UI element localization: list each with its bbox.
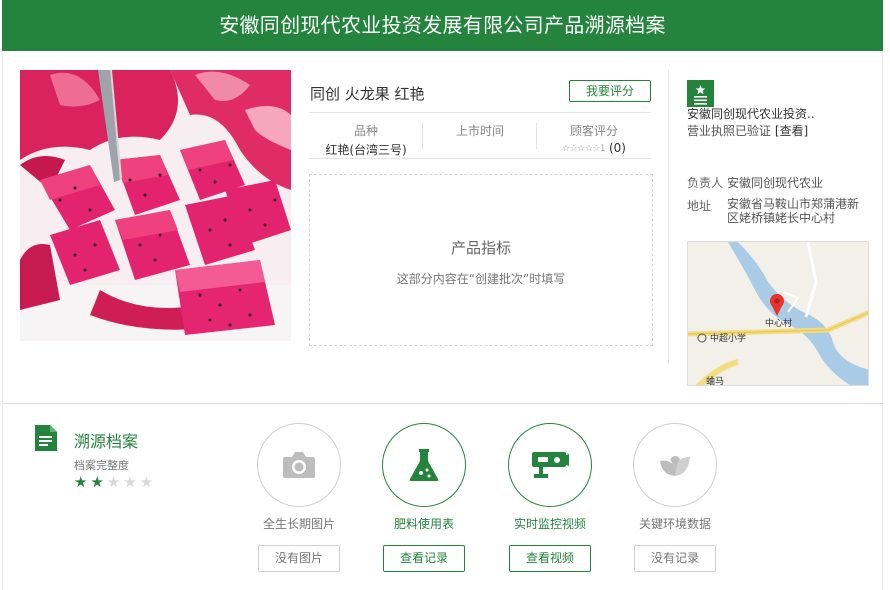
- no-photos-button[interactable]: 没有图片: [258, 545, 340, 572]
- page-header: 安徽同创现代农业投资发展有限公司产品溯源档案: [2, 0, 883, 51]
- feature-environment-data: 关键环境数据 没有记录: [615, 423, 735, 572]
- person-value: 安徽同创现代农业: [727, 176, 824, 190]
- document-icon: [33, 425, 57, 451]
- feature-surveillance: 实时监控视频 查看视频: [490, 423, 610, 572]
- spec-note: 这部分内容在“创建批次”时填写: [396, 272, 566, 286]
- completeness-stars: ★★★★★: [74, 473, 156, 491]
- map-road-label: 中超小学: [710, 332, 746, 343]
- completeness-stars-off: ★★★: [106, 473, 157, 491]
- feature-environment-data-label: 关键环境数据: [638, 517, 711, 531]
- vertical-divider: [668, 70, 669, 363]
- view-video-button[interactable]: 查看视频: [509, 545, 591, 572]
- license-status: 营业执照已验证 [查看]: [687, 122, 808, 139]
- product-name-row: 同创 火龙果 红艳 我要评分: [309, 80, 651, 113]
- address-value: 安徽省马鞍山市郑蒲港新区姥桥镇姥长中心村: [727, 197, 860, 225]
- attr-rating-label: 顾客评分: [569, 124, 618, 138]
- attr-rating-value: ☆☆☆☆☆1 (0): [537, 141, 651, 155]
- company-address-label-row: 地址: [687, 197, 727, 214]
- location-map[interactable]: 中心村 中超小学 蛐马: [687, 241, 869, 386]
- attr-variety-label: 品种: [353, 124, 378, 138]
- page-title: 安徽同创现代农业投资发展有限公司产品溯源档案: [219, 13, 666, 37]
- person-label: 负责人: [687, 176, 724, 190]
- rating-stars[interactable]: ☆☆☆☆☆1: [562, 144, 606, 154]
- no-environment-records-button[interactable]: 没有记录: [634, 545, 716, 572]
- page: 安徽同创现代农业投资发展有限公司产品溯源档案 同创 火龙果 红艳 我要评分 品种…: [0, 0, 890, 590]
- flask-icon[interactable]: [382, 423, 466, 507]
- attr-market-time-label: 上市时间: [455, 124, 504, 138]
- leaf-icon[interactable]: [633, 423, 717, 507]
- map-marker-label: 中心村: [765, 317, 792, 328]
- company-name[interactable]: 安徽同创现代农业投资..: [687, 105, 827, 122]
- attr-market-time: 上市时间: [423, 114, 537, 159]
- company-person: 负责人 安徽同创现代农业: [687, 174, 823, 191]
- product-spec-box: 产品指标 这部分内容在“创建批次”时填写: [309, 174, 653, 346]
- feature-growth-photos: 全生长期图片 没有图片: [239, 423, 359, 572]
- product-photo: [20, 70, 291, 341]
- license-view-link[interactable]: [查看]: [775, 124, 808, 138]
- star-document-icon: [687, 80, 714, 107]
- completeness-stars-on: ★★: [74, 473, 107, 491]
- product-attributes: 品种 红艳(台湾三号) 上市时间 顾客评分 ☆☆☆☆☆1 (0): [309, 114, 651, 159]
- address-label: 地址: [687, 199, 712, 213]
- attr-customer-rating: 顾客评分 ☆☆☆☆☆1 (0): [537, 114, 651, 159]
- feature-growth-photos-label: 全生长期图片: [262, 517, 335, 531]
- completeness-label: 档案完整度: [74, 459, 129, 472]
- feature-surveillance-label: 实时监控视频: [513, 517, 586, 531]
- map-corner-label: 蛐马: [706, 375, 724, 386]
- product-name: 同创 火龙果 红艳: [310, 85, 425, 103]
- camera-icon[interactable]: [257, 423, 341, 507]
- rate-button[interactable]: 我要评分: [569, 80, 651, 102]
- attr-variety: 品种 红艳(台湾三号): [309, 114, 423, 159]
- rating-count: (0): [608, 141, 626, 155]
- surveillance-camera-icon[interactable]: [508, 423, 592, 507]
- feature-fertilizer-label: 肥料使用表: [393, 517, 454, 531]
- trace-archive-title: 溯源档案: [74, 432, 139, 451]
- license-text: 营业执照已验证: [687, 124, 772, 138]
- spec-title: 产品指标: [450, 239, 511, 257]
- view-fertilizer-records-button[interactable]: 查看记录: [383, 545, 465, 572]
- feature-fertilizer: 肥料使用表 查看记录: [364, 423, 484, 572]
- attr-variety-value: 红艳(台湾三号): [325, 143, 407, 157]
